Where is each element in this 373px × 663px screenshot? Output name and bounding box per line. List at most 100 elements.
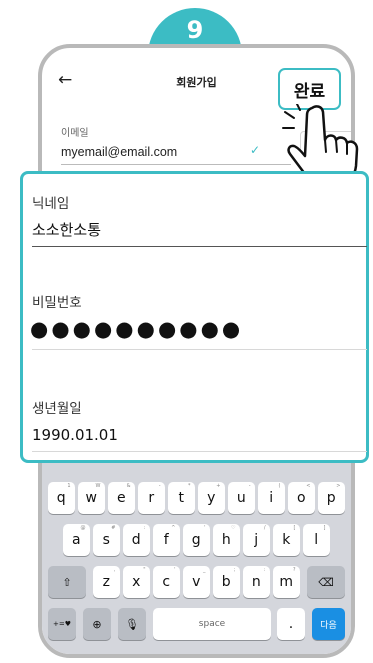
mic-key[interactable]: 🎙	[118, 608, 146, 640]
key-y[interactable]: y +	[198, 482, 225, 514]
key-label: k	[282, 532, 291, 548]
checkmark-icon: ✓	[250, 143, 261, 157]
key-label: r	[148, 490, 155, 506]
key-s[interactable]: s #	[93, 524, 120, 556]
key-label: p	[326, 490, 336, 506]
globe-key[interactable]: ⊕	[83, 608, 111, 640]
key-hint: '	[174, 567, 176, 573]
birthdate-field[interactable]: 1990.01.01	[32, 426, 118, 444]
next-key[interactable]: 다음	[312, 608, 345, 640]
key-label: +=♥	[52, 620, 71, 628]
globe-icon: ⊕	[92, 617, 102, 631]
key-label: c	[162, 574, 171, 590]
key-f[interactable]: f ^	[153, 524, 180, 556]
key-hint: W	[95, 483, 101, 489]
key-label: .	[288, 616, 294, 632]
key-hint: ♡	[231, 525, 236, 531]
key-label: h	[221, 532, 231, 548]
key-hint: :	[263, 567, 266, 573]
key-r[interactable]: r-	[138, 482, 165, 514]
key-j[interactable]: j /	[243, 524, 270, 556]
key-hint: ^	[171, 525, 176, 531]
key-i[interactable]: i(	[258, 482, 285, 514]
nickname-label: 닉네임	[32, 196, 70, 212]
key-x[interactable]: x "	[123, 566, 150, 598]
key-label: 다음	[320, 620, 337, 631]
key-c[interactable]: c '	[153, 566, 180, 598]
key-hint: @	[80, 525, 86, 531]
key-u[interactable]: u-	[228, 482, 255, 514]
key-hint: &	[126, 483, 131, 489]
key-hint: ,	[113, 567, 116, 573]
key-hint: "	[143, 567, 146, 573]
key-hint: [	[293, 525, 296, 531]
key-label: s	[102, 532, 110, 548]
shift-key[interactable]: ⇧	[48, 566, 86, 598]
key-w[interactable]: wW	[78, 482, 105, 514]
step-number: 9	[186, 16, 204, 44]
key-h[interactable]: h ♡	[213, 524, 240, 556]
key-label: m	[279, 574, 294, 590]
key-label: d	[131, 532, 141, 548]
key-label: z	[102, 574, 110, 590]
key-hint: /	[263, 525, 266, 531]
key-label: space	[198, 619, 226, 629]
key-hint: +	[216, 483, 221, 489]
key-e[interactable]: e &	[108, 482, 135, 514]
key-hint: _	[203, 567, 206, 573]
key-k[interactable]: k[	[273, 524, 300, 556]
key-label: y	[207, 490, 216, 506]
key-label: b	[221, 574, 231, 590]
key-hint: -	[248, 483, 251, 489]
key-hint: :	[143, 525, 146, 531]
key-hint: '	[204, 525, 206, 531]
key-label: l	[314, 532, 319, 548]
password-underline	[32, 349, 367, 350]
key-m[interactable]: m?	[273, 566, 300, 598]
period-key[interactable]: .	[277, 608, 305, 640]
key-hint: >	[336, 483, 341, 489]
key-l[interactable]: l]	[303, 524, 330, 556]
email-underline	[61, 164, 291, 165]
symbols-key[interactable]: +=♥	[48, 608, 76, 640]
key-hint: (	[278, 483, 281, 489]
key-label: x	[132, 574, 141, 590]
key-label: v	[192, 574, 201, 590]
key-o[interactable]: o <	[288, 482, 315, 514]
shift-icon: ⇧	[62, 575, 72, 589]
key-z[interactable]: z,	[93, 566, 120, 598]
key-hint: ;	[233, 567, 236, 573]
nickname-underline	[32, 246, 367, 247]
key-hint: 1	[67, 483, 71, 489]
birthdate-underline	[32, 451, 367, 452]
key-d[interactable]: d:	[123, 524, 150, 556]
key-a[interactable]: a @	[63, 524, 90, 556]
nickname-field[interactable]: 소소한소통	[32, 219, 101, 240]
key-label: n	[251, 574, 261, 590]
backspace-key[interactable]: ⌫	[307, 566, 345, 598]
key-q[interactable]: q1	[48, 482, 75, 514]
key-label: i	[269, 490, 274, 506]
microphone-icon: 🎙	[125, 617, 139, 631]
key-label: g	[191, 532, 201, 548]
key-hint: -	[158, 483, 161, 489]
key-label: j	[254, 532, 259, 548]
key-b[interactable]: b;	[213, 566, 240, 598]
key-n[interactable]: n:	[243, 566, 270, 598]
key-v[interactable]: v _	[183, 566, 210, 598]
key-label: u	[236, 490, 246, 506]
email-label: 이메일	[61, 128, 89, 139]
key-hint: ]	[323, 525, 326, 531]
password-field[interactable]: ●●●●●●●●●●	[30, 317, 243, 341]
space-key[interactable]: space	[153, 608, 271, 640]
key-g[interactable]: g '	[183, 524, 210, 556]
key-p[interactable]: p >	[318, 482, 345, 514]
key-t[interactable]: t *	[168, 482, 195, 514]
password-label: 비밀번호	[32, 295, 82, 311]
key-label: w	[85, 490, 97, 506]
key-hint: ?	[292, 567, 296, 573]
key-label: q	[56, 490, 66, 506]
key-label: o	[296, 490, 306, 506]
key-label: t	[178, 490, 185, 506]
email-field[interactable]: myemail@email.com	[61, 145, 177, 159]
